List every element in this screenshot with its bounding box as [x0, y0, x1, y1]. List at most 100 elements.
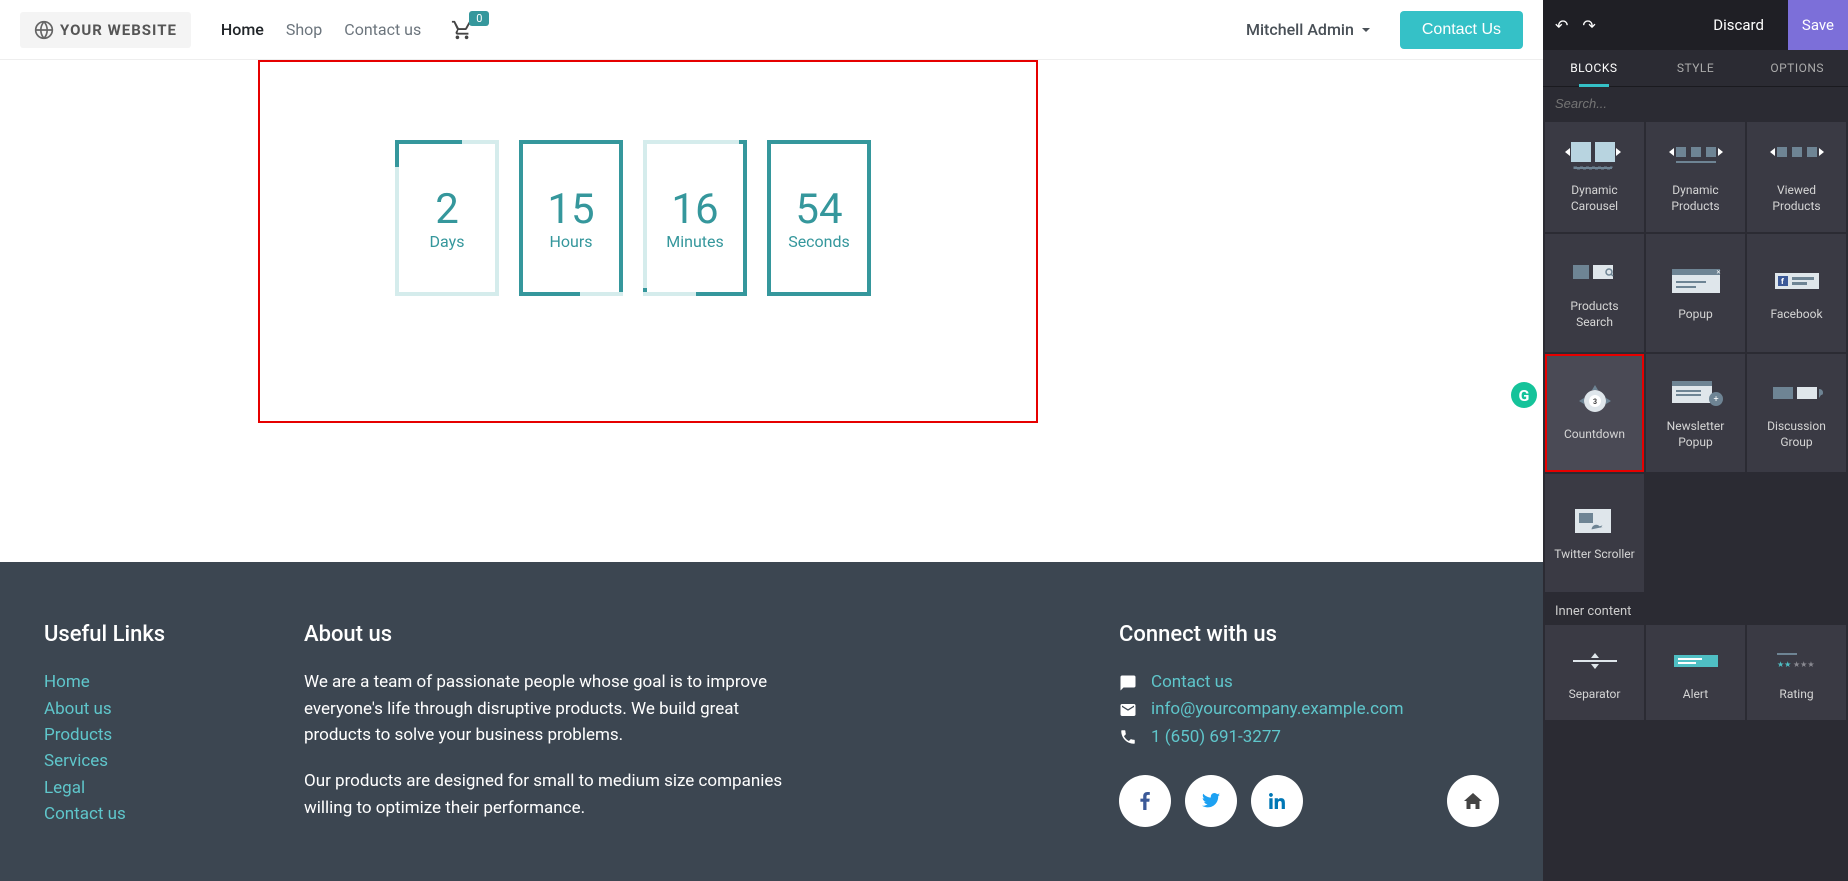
facebook-thumb-icon: f	[1767, 263, 1827, 299]
block-label: Separator	[1569, 687, 1621, 703]
social-twitter[interactable]	[1185, 775, 1237, 827]
countdown-seconds-label: Seconds	[788, 232, 850, 251]
logo-text: YOUR WEBSITE	[60, 21, 177, 39]
redo-button[interactable]: ↷	[1582, 16, 1595, 35]
section-inner-content: Inner content	[1545, 592, 1846, 625]
page-canvas[interactable]: 2 Days 15 Hours 16 Minutes 54 Seconds	[0, 60, 1543, 562]
footer-link-products[interactable]: Products	[44, 722, 244, 748]
user-name: Mitchell Admin	[1246, 20, 1354, 39]
nav-contact[interactable]: Contact us	[344, 20, 421, 39]
block-label: Newsletter Popup	[1652, 419, 1739, 450]
chat-icon	[1119, 674, 1137, 692]
block-separator[interactable]: Separator	[1545, 625, 1644, 720]
footer-about-p1: We are a team of passionate people whose…	[304, 669, 784, 748]
block-viewed-products[interactable]: Viewed Products	[1747, 122, 1846, 232]
contact-us-button[interactable]: Contact Us	[1400, 11, 1523, 49]
svg-text:✕: ✕	[1716, 269, 1721, 276]
block-countdown[interactable]: 3 Countdown	[1545, 354, 1644, 472]
twitter-icon	[1202, 793, 1220, 808]
carousel-thumb-icon	[1565, 139, 1625, 175]
site-logo[interactable]: YOUR WEBSITE	[20, 12, 191, 48]
rating-thumb-icon: ★★★★★	[1767, 643, 1827, 679]
countdown-block[interactable]: 2 Days 15 Hours 16 Minutes 54 Seconds	[395, 140, 871, 296]
social-buttons	[1119, 775, 1499, 827]
block-label: Dynamic Products	[1652, 183, 1739, 214]
block-alert[interactable]: Alert	[1646, 625, 1745, 720]
alert-thumb-icon	[1666, 643, 1726, 679]
tab-blocks[interactable]: BLOCKS	[1543, 50, 1645, 86]
nav-home[interactable]: Home	[221, 20, 264, 39]
popup-thumb-icon: ✕	[1666, 263, 1726, 299]
newsletter-thumb-icon: +	[1666, 375, 1726, 411]
blocks-library: Dynamic Carousel Dynamic Products Viewed…	[1543, 120, 1848, 881]
block-popup[interactable]: ✕ Popup	[1646, 234, 1745, 352]
footer-contact-link[interactable]: Contact us	[1151, 669, 1233, 696]
footer-about-p2: Our products are designed for small to m…	[304, 768, 784, 821]
footer-useful-links: Useful Links Home About us Products Serv…	[44, 622, 244, 841]
footer-about-title: About us	[304, 622, 784, 647]
cart-button[interactable]: 0	[451, 19, 473, 41]
block-label: Rating	[1779, 687, 1813, 703]
site-footer: Useful Links Home About us Products Serv…	[0, 562, 1543, 881]
discard-button[interactable]: Discard	[1713, 16, 1764, 34]
footer-email-link[interactable]: info@yourcompany.example.com	[1151, 696, 1404, 723]
nav-links: Home Shop Contact us	[221, 20, 421, 39]
chevron-down-icon	[1360, 24, 1372, 36]
social-facebook[interactable]	[1119, 775, 1171, 827]
block-dynamic-carousel[interactable]: Dynamic Carousel	[1545, 122, 1644, 232]
block-dynamic-products[interactable]: Dynamic Products	[1646, 122, 1745, 232]
nav-shop[interactable]: Shop	[286, 20, 322, 39]
search-thumb-icon	[1565, 255, 1625, 291]
block-discussion-group[interactable]: Discussion Group	[1747, 354, 1846, 472]
footer-link-home[interactable]: Home	[44, 669, 244, 695]
search-input[interactable]	[1553, 92, 1838, 115]
tab-style[interactable]: STYLE	[1645, 50, 1747, 86]
scroll-to-top[interactable]	[1447, 775, 1499, 827]
block-rating[interactable]: ★★★★★ Rating	[1747, 625, 1846, 720]
block-label: Countdown	[1564, 427, 1625, 443]
block-label: Discussion Group	[1753, 419, 1840, 450]
user-menu[interactable]: Mitchell Admin	[1246, 20, 1372, 39]
block-label: Products Search	[1551, 299, 1638, 330]
svg-text:3: 3	[1592, 398, 1596, 406]
footer-link-contact[interactable]: Contact us	[44, 801, 244, 827]
footer-phone-link[interactable]: 1 (650) 691-3277	[1151, 724, 1281, 751]
cart-count-badge: 0	[469, 11, 489, 26]
countdown-days-label: Days	[430, 232, 465, 251]
block-label: Dynamic Carousel	[1551, 183, 1638, 214]
separator-thumb-icon	[1565, 643, 1625, 679]
save-button[interactable]: Save	[1788, 0, 1848, 50]
svg-text:★★★: ★★★	[1793, 660, 1815, 669]
editor-tabs: BLOCKS STYLE OPTIONS	[1543, 50, 1848, 87]
tab-options[interactable]: OPTIONS	[1746, 50, 1848, 86]
footer-about: About us We are a team of passionate peo…	[304, 622, 784, 841]
home-icon	[1464, 793, 1482, 809]
block-products-search[interactable]: Products Search	[1545, 234, 1644, 352]
countdown-seconds-card: 54 Seconds	[767, 140, 871, 296]
countdown-seconds-value: 54	[795, 185, 842, 234]
countdown-hours-value: 15	[547, 185, 594, 234]
block-label: Alert	[1683, 687, 1708, 703]
block-twitter-scroller[interactable]: Twitter Scroller	[1545, 474, 1644, 592]
svg-text:+: +	[1713, 395, 1718, 405]
editor-toolbar: ↶ ↷ Discard Save	[1543, 0, 1848, 50]
footer-link-legal[interactable]: Legal	[44, 775, 244, 801]
block-newsletter-popup[interactable]: + Newsletter Popup	[1646, 354, 1745, 472]
footer-connect-title: Connect with us	[1119, 622, 1499, 647]
countdown-minutes-card: 16 Minutes	[643, 140, 747, 296]
social-linkedin[interactable]	[1251, 775, 1303, 827]
header-nav: YOUR WEBSITE Home Shop Contact us 0 Mitc…	[0, 0, 1543, 60]
block-label: Popup	[1678, 307, 1712, 323]
countdown-minutes-value: 16	[671, 185, 718, 234]
grammarly-badge-icon[interactable]: G	[1511, 382, 1537, 408]
countdown-hours-card: 15 Hours	[519, 140, 623, 296]
discussion-thumb-icon	[1767, 375, 1827, 411]
footer-link-services[interactable]: Services	[44, 748, 244, 774]
block-label: Twitter Scroller	[1554, 547, 1634, 563]
block-facebook[interactable]: f Facebook	[1747, 234, 1846, 352]
linkedin-icon	[1269, 793, 1285, 809]
undo-button[interactable]: ↶	[1555, 16, 1568, 35]
footer-link-about[interactable]: About us	[44, 696, 244, 722]
globe-icon	[34, 20, 54, 40]
svg-text:★★: ★★	[1777, 660, 1791, 669]
